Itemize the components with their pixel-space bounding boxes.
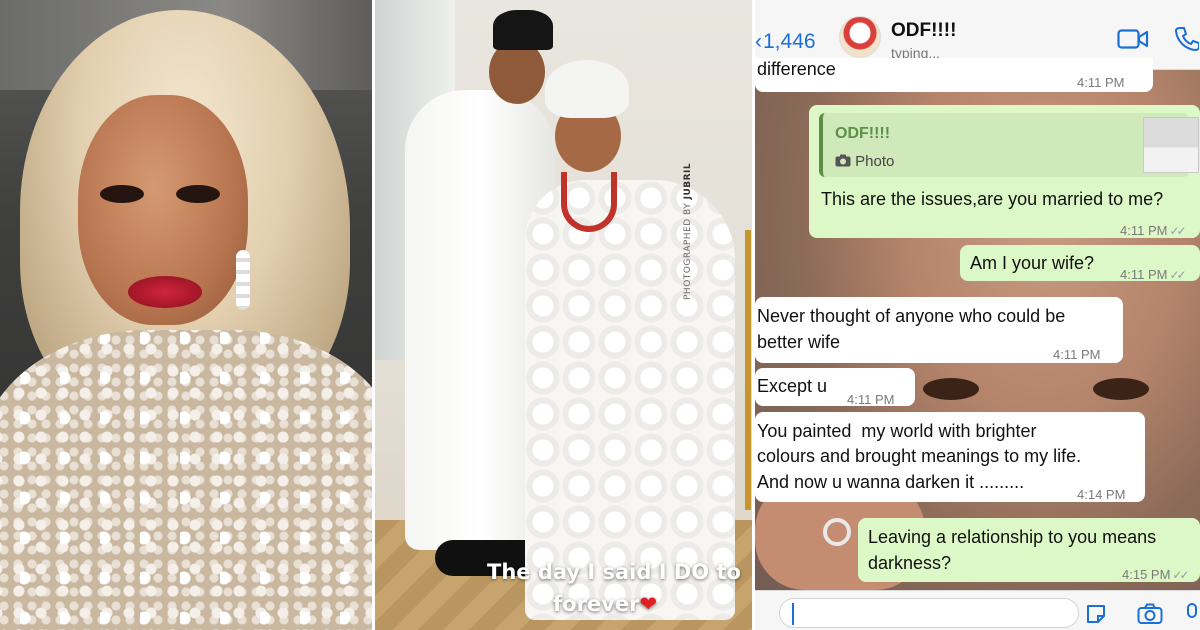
- quoted-sender: ODF!!!!: [835, 125, 891, 142]
- message-input[interactable]: [779, 598, 1079, 628]
- message-text-line-3: And now u wanna darken it .........: [757, 472, 1025, 492]
- black-cap: [493, 10, 553, 50]
- whatsapp-chat-screenshot: ‹ 1,446 ODF!!!! typing... difference 4:1…: [755, 0, 1200, 630]
- sticker-icon[interactable]: [1085, 603, 1107, 625]
- contact-name[interactable]: ODF!!!!: [891, 20, 956, 42]
- white-lace-gown: [525, 180, 735, 620]
- message-time: 4:11 PM ✓✓: [1120, 262, 1187, 288]
- message-text: Am I your wife?: [970, 253, 1095, 273]
- photo-credit: PHOTOGRAPHED BY JUBRIL: [683, 163, 693, 300]
- message-time: 4:11 PM: [1053, 347, 1101, 362]
- double-check-icon: ✓✓: [1169, 224, 1186, 238]
- message-text: This are the issues,are you married to m…: [821, 189, 1164, 209]
- message-outgoing[interactable]: Am I your wife? 4:11 PM ✓✓: [960, 245, 1200, 282]
- message-time: 4:14 PM: [1077, 487, 1126, 502]
- photo-credit-prefix: PHOTOGRAPHED BY: [683, 202, 693, 300]
- double-check-icon: ✓✓: [1169, 268, 1186, 282]
- quoted-message[interactable]: ODF!!!! Photo: [819, 113, 1199, 177]
- photo-credit-name: JUBRIL: [683, 162, 693, 200]
- story-caption-line-1: The day I said I DO to: [487, 560, 741, 584]
- message-incoming[interactable]: difference 4:11 PM: [755, 58, 1153, 92]
- text-cursor: [792, 603, 794, 625]
- message-text-line-1: Never thought of anyone who could be: [757, 306, 1066, 326]
- message-time: 4:11 PM: [847, 392, 895, 407]
- heart-icon: ❤: [639, 592, 658, 616]
- message-time: 4:15 PM ✓✓: [1122, 562, 1190, 588]
- message-time: 4:11 PM ✓✓: [1120, 218, 1187, 244]
- message-time-value: 4:11 PM: [1120, 223, 1168, 238]
- quoted-photo-thumbnail: [1143, 117, 1199, 173]
- quoted-type: Photo: [835, 149, 894, 175]
- story-caption-line-2: forever❤: [553, 592, 752, 616]
- portrait-photo: [0, 0, 372, 630]
- message-text-line-2: darkness?: [868, 553, 952, 573]
- message-incoming[interactable]: Never thought of anyone who could be bet…: [755, 297, 1123, 363]
- message-outgoing[interactable]: Leaving a relationship to you means dark…: [858, 518, 1200, 582]
- microphone-icon[interactable]: [1185, 603, 1199, 625]
- pearl-dress: [0, 330, 372, 630]
- message-incoming[interactable]: You painted my world with brighter colou…: [755, 412, 1145, 502]
- avatar[interactable]: [839, 16, 881, 58]
- message-text: difference: [757, 59, 836, 79]
- phone-icon[interactable]: [1175, 26, 1199, 52]
- background-eye: [1093, 378, 1149, 400]
- double-check-icon: ✓✓: [1172, 568, 1189, 582]
- background-eye: [923, 378, 979, 400]
- message-time-value: 4:11 PM: [1120, 267, 1168, 282]
- message-text: Except u: [757, 376, 828, 396]
- left-eye: [100, 185, 144, 203]
- chevron-left-icon[interactable]: ‹: [755, 30, 762, 54]
- white-gele: [545, 60, 629, 118]
- message-text-line-2: colours and brought meanings to my life.: [757, 446, 1082, 466]
- quoted-label: Photo: [855, 153, 895, 170]
- video-call-icon[interactable]: [1117, 28, 1149, 50]
- message-input-bar: [755, 590, 1200, 630]
- back-button-count[interactable]: 1,446: [763, 30, 816, 54]
- message-time: 4:11 PM: [1077, 75, 1125, 90]
- story-caption-word: forever: [553, 592, 640, 616]
- message-time-value: 4:15 PM: [1122, 567, 1171, 582]
- wedding-story-photo: PHOTOGRAPHED BY JUBRIL The day I said I …: [375, 0, 752, 630]
- pearl-earring: [236, 250, 250, 310]
- bride-figure: [525, 60, 735, 620]
- coral-beads: [561, 172, 617, 232]
- red-lips: [128, 276, 202, 308]
- message-text-line-2: better wife: [757, 332, 841, 352]
- photo-icon: [835, 154, 851, 167]
- message-text-line-1: You painted my world with brighter: [757, 421, 1037, 441]
- camera-icon[interactable]: [1137, 603, 1163, 625]
- right-eye: [176, 185, 220, 203]
- message-outgoing-with-reply[interactable]: ODF!!!! Photo This are the issues,are yo…: [809, 105, 1200, 238]
- message-text-line-1: Leaving a relationship to you means: [868, 527, 1157, 547]
- message-incoming[interactable]: Except u 4:11 PM: [755, 368, 915, 407]
- background-ring: [823, 518, 851, 546]
